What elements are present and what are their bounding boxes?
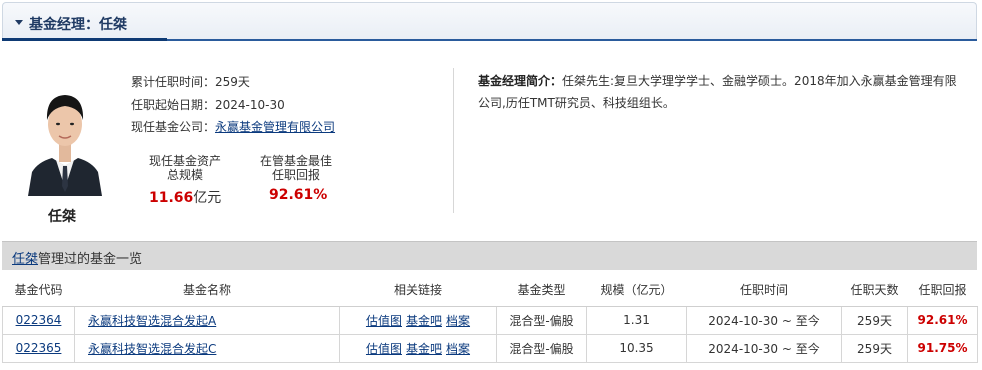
fund-size-cell: 1.31 — [586, 305, 687, 335]
fund-return-cell: 92.61% — [907, 305, 978, 335]
fund-code-link[interactable]: 022364 — [16, 313, 62, 327]
tenure-value: 259天 — [215, 75, 250, 89]
aum-label: 现任基金资产 总规模 — [140, 154, 230, 182]
manager-bio: 基金经理简介：任桀先生:复旦大学理学学士、金融学硕士。2018年加入永赢基金管理… — [478, 70, 968, 114]
valuation-chart-link[interactable]: 估值图 — [366, 314, 402, 328]
fund-code-link[interactable]: 022365 — [16, 341, 62, 355]
fund-archive-link[interactable]: 档案 — [446, 342, 470, 356]
page-title: 基金经理：任桀 — [29, 17, 127, 33]
fund-name-cell: 永赢科技智选混合发起A — [74, 305, 340, 335]
manager-photo — [22, 68, 108, 196]
aum-number: 11.66 — [149, 190, 194, 206]
bio-label: 基金经理简介： — [478, 74, 563, 88]
col-header-period: 任职时间 — [686, 274, 842, 307]
best-return-label: 在管基金最佳 任职回报 — [250, 154, 342, 182]
fund-code-cell: 022365 — [2, 333, 75, 363]
aum-label-line1: 现任基金资产 — [148, 154, 221, 168]
col-header-days: 任职天数 — [841, 274, 908, 307]
col-header-size: 规模（亿元） — [586, 274, 687, 307]
fund-forum-link[interactable]: 基金吧 — [406, 342, 442, 356]
fund-archive-link[interactable]: 档案 — [446, 314, 470, 328]
caret-down-icon — [15, 20, 23, 25]
manager-name: 任桀 — [48, 209, 76, 225]
fund-size-cell: 10.35 — [586, 333, 687, 363]
fund-type-cell: 混合型-偏股 — [496, 305, 587, 335]
fund-links-cell: 估值图 基金吧 档案 — [339, 333, 497, 363]
start-date-value: 2024-10-30 — [215, 98, 285, 112]
col-header-code: 基金代码 — [2, 274, 75, 307]
section-header: 基金经理：任桀 — [2, 2, 977, 40]
col-header-return: 任职回报 — [907, 274, 978, 307]
best-return-label-line1: 在管基金最佳 — [259, 154, 332, 168]
start-date-label: 任职起始日期： — [131, 98, 216, 112]
tenure-row: 累计任职时间：259天 — [131, 73, 250, 90]
fund-name-link[interactable]: 永赢科技智选混合发起C — [88, 342, 216, 356]
fund-return-cell: 91.75% — [907, 333, 978, 363]
fund-period-cell: 2024-10-30 ~ 至今 — [686, 333, 842, 363]
fund-name-cell: 永赢科技智选混合发起C — [74, 333, 340, 363]
fund-forum-link[interactable]: 基金吧 — [406, 314, 442, 328]
aum-label-line2: 总规模 — [166, 168, 203, 182]
valuation-chart-link[interactable]: 估值图 — [366, 342, 402, 356]
fund-table: 基金代码 基金名称 相关链接 基金类型 规模（亿元） 任职时间 任职天数 任职回… — [2, 274, 978, 363]
col-header-type: 基金类型 — [496, 274, 587, 307]
fund-type-cell: 混合型-偏股 — [496, 333, 587, 363]
best-return-label-line2: 任职回报 — [271, 168, 320, 182]
fund-code-cell: 022364 — [2, 305, 75, 335]
aum-value: 11.66亿元 — [149, 187, 221, 207]
table-row: 022365 永赢科技智选混合发起C 估值图 基金吧 档案 混合型-偏股 10.35… — [2, 333, 978, 363]
col-header-name: 基金名称 — [74, 274, 340, 307]
vertical-divider — [453, 68, 454, 213]
fund-days-cell: 259天 — [841, 333, 908, 363]
company-row: 现任基金公司：永赢基金管理有限公司 — [131, 118, 335, 135]
company-label: 现任基金公司： — [131, 120, 216, 134]
fund-name-link[interactable]: 永赢科技智选混合发起A — [88, 314, 216, 328]
table-header-row: 基金代码 基金名称 相关链接 基金类型 规模（亿元） 任职时间 任职天数 任职回… — [2, 274, 978, 307]
col-header-links: 相关链接 — [339, 274, 497, 307]
fund-list-title-text: 管理过的基金一览 — [38, 252, 143, 267]
table-row: 022364 永赢科技智选混合发起A 估值图 基金吧 档案 混合型-偏股 1.31 … — [2, 305, 978, 335]
aum-unit: 亿元 — [193, 190, 222, 206]
fund-links-cell: 估值图 基金吧 档案 — [339, 305, 497, 335]
tenure-label: 累计任职时间： — [131, 75, 216, 89]
header-underline-accent — [2, 38, 167, 41]
company-link[interactable]: 永赢基金管理有限公司 — [215, 120, 335, 134]
fund-list-title: 任桀管理过的基金一览 — [2, 241, 977, 270]
fund-period-cell: 2024-10-30 ~ 至今 — [686, 305, 842, 335]
best-return-value: 92.61% — [269, 187, 328, 203]
fund-days-cell: 259天 — [841, 305, 908, 335]
start-date-row: 任职起始日期：2024-10-30 — [131, 96, 285, 113]
fund-list-manager-link[interactable]: 任桀 — [12, 252, 38, 267]
